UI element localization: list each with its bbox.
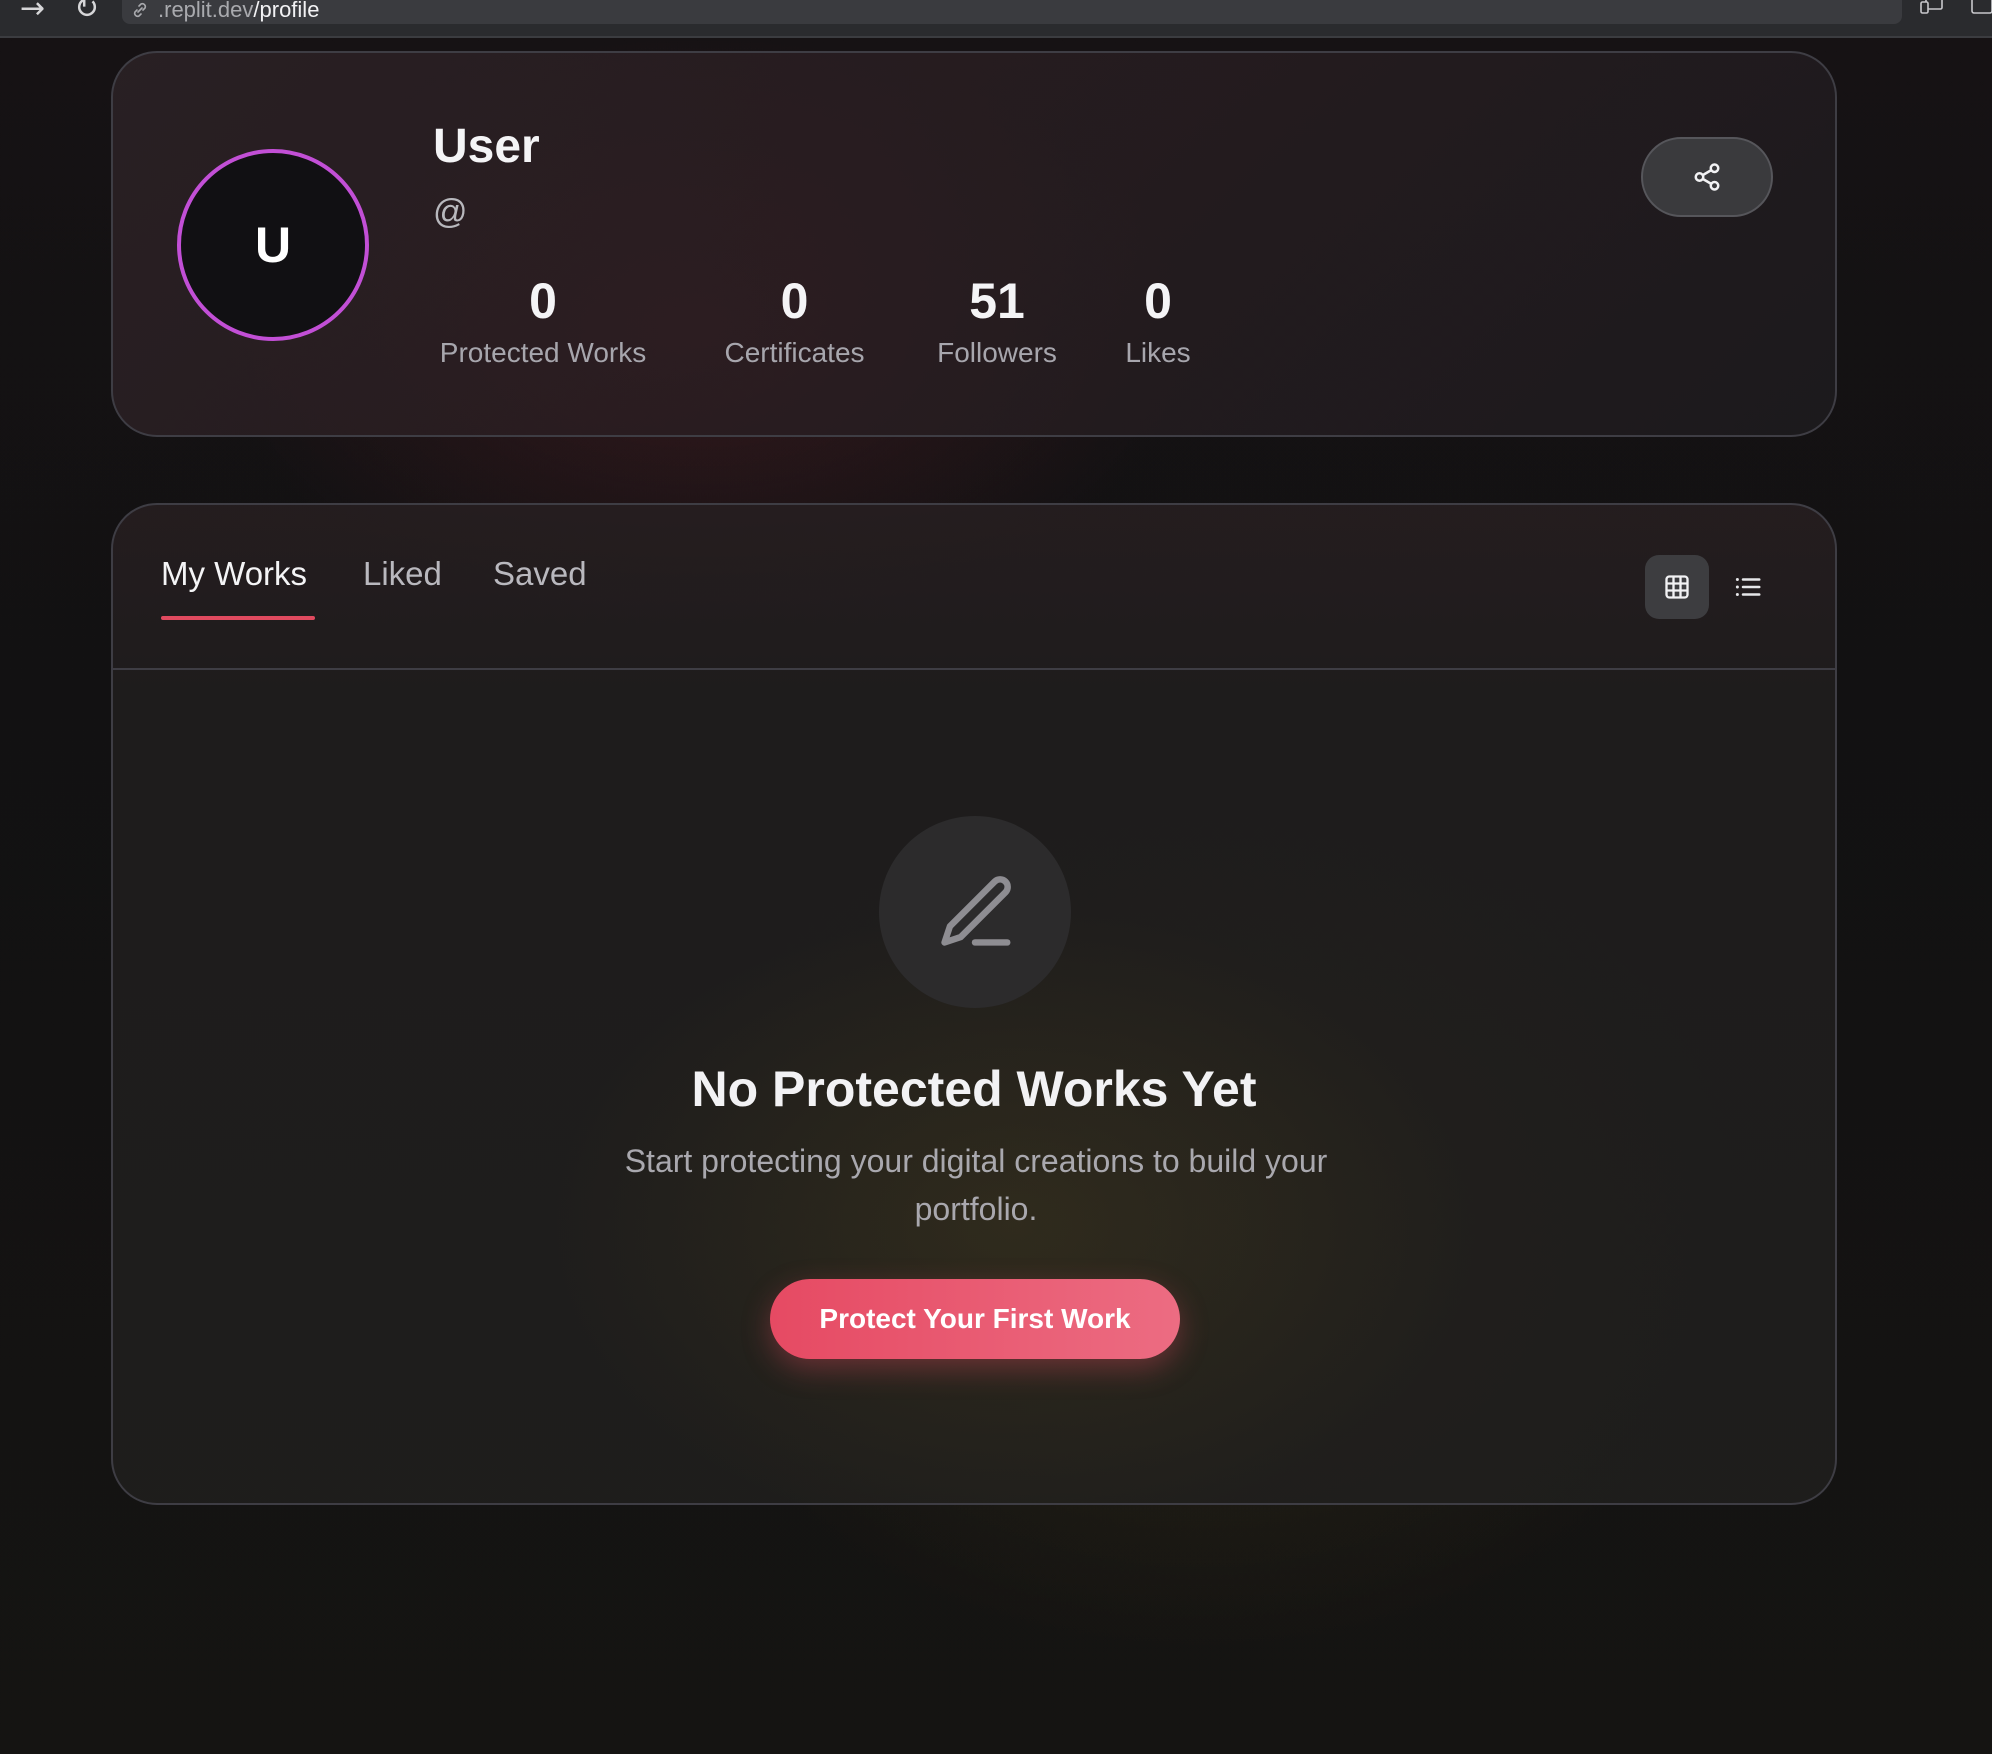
user-name: User [433, 120, 540, 173]
tab-saved[interactable]: Saved [493, 555, 587, 593]
empty-state-subtitle: Start protecting your digital creations … [624, 1143, 1328, 1227]
pen-icon [941, 876, 1011, 946]
address-bar[interactable]: .replit.dev/profile [122, 0, 1902, 24]
empty-state-icon-circle [879, 816, 1071, 1008]
reload-icon[interactable]: ↻ [74, 0, 99, 24]
stat-certificates[interactable]: 0 Certificates [717, 273, 872, 373]
grid-view-button[interactable] [1645, 555, 1709, 619]
forward-icon[interactable]: → [20, 0, 45, 24]
list-icon [1735, 578, 1761, 596]
empty-state-title: No Protected Works Yet [691, 1061, 1257, 1117]
url-host: .replit.dev [158, 0, 254, 22]
works-tabs: My Works Liked Saved [113, 505, 1835, 670]
stat-value: 0 [780, 273, 809, 329]
list-view-button[interactable] [1724, 563, 1772, 611]
url-path: /profile [253, 0, 320, 22]
grid-icon [1665, 575, 1689, 599]
stat-label: Likes [1125, 337, 1191, 368]
url-text: .replit.dev/profile [158, 0, 319, 22]
profile-card: U User @ 0 Protected Works 0 Certificate… [111, 51, 1837, 437]
protect-first-work-button[interactable]: Protect Your First Work [770, 1279, 1180, 1359]
browser-toolbar: → ↻ .replit.dev/profile [0, 0, 1992, 38]
share-button[interactable] [1641, 137, 1773, 217]
stat-value: 0 [1144, 273, 1172, 329]
stat-label: Followers [937, 337, 1057, 368]
user-handle: @ [433, 193, 468, 231]
stat-label: Protected Works [439, 337, 647, 368]
devices-icon[interactable] [1920, 0, 1944, 14]
share-icon [1694, 163, 1720, 191]
tab-my-works[interactable]: My Works [161, 555, 307, 593]
tab-liked[interactable]: Liked [363, 555, 442, 593]
stat-likes[interactable]: 0 Likes [1123, 273, 1193, 373]
stat-value: 51 [969, 273, 1025, 329]
stat-value: 0 [529, 273, 557, 329]
avatar[interactable]: U [177, 149, 369, 341]
active-tab-indicator [161, 616, 315, 620]
stat-followers[interactable]: 51 Followers [933, 273, 1061, 373]
stat-protected-works[interactable]: 0 Protected Works [433, 273, 653, 373]
link-icon [133, 2, 147, 18]
stat-label: Certificates [724, 337, 865, 368]
window-icon[interactable] [1970, 0, 1992, 14]
works-card: My Works Liked Saved No Protected Works … [111, 503, 1837, 1505]
